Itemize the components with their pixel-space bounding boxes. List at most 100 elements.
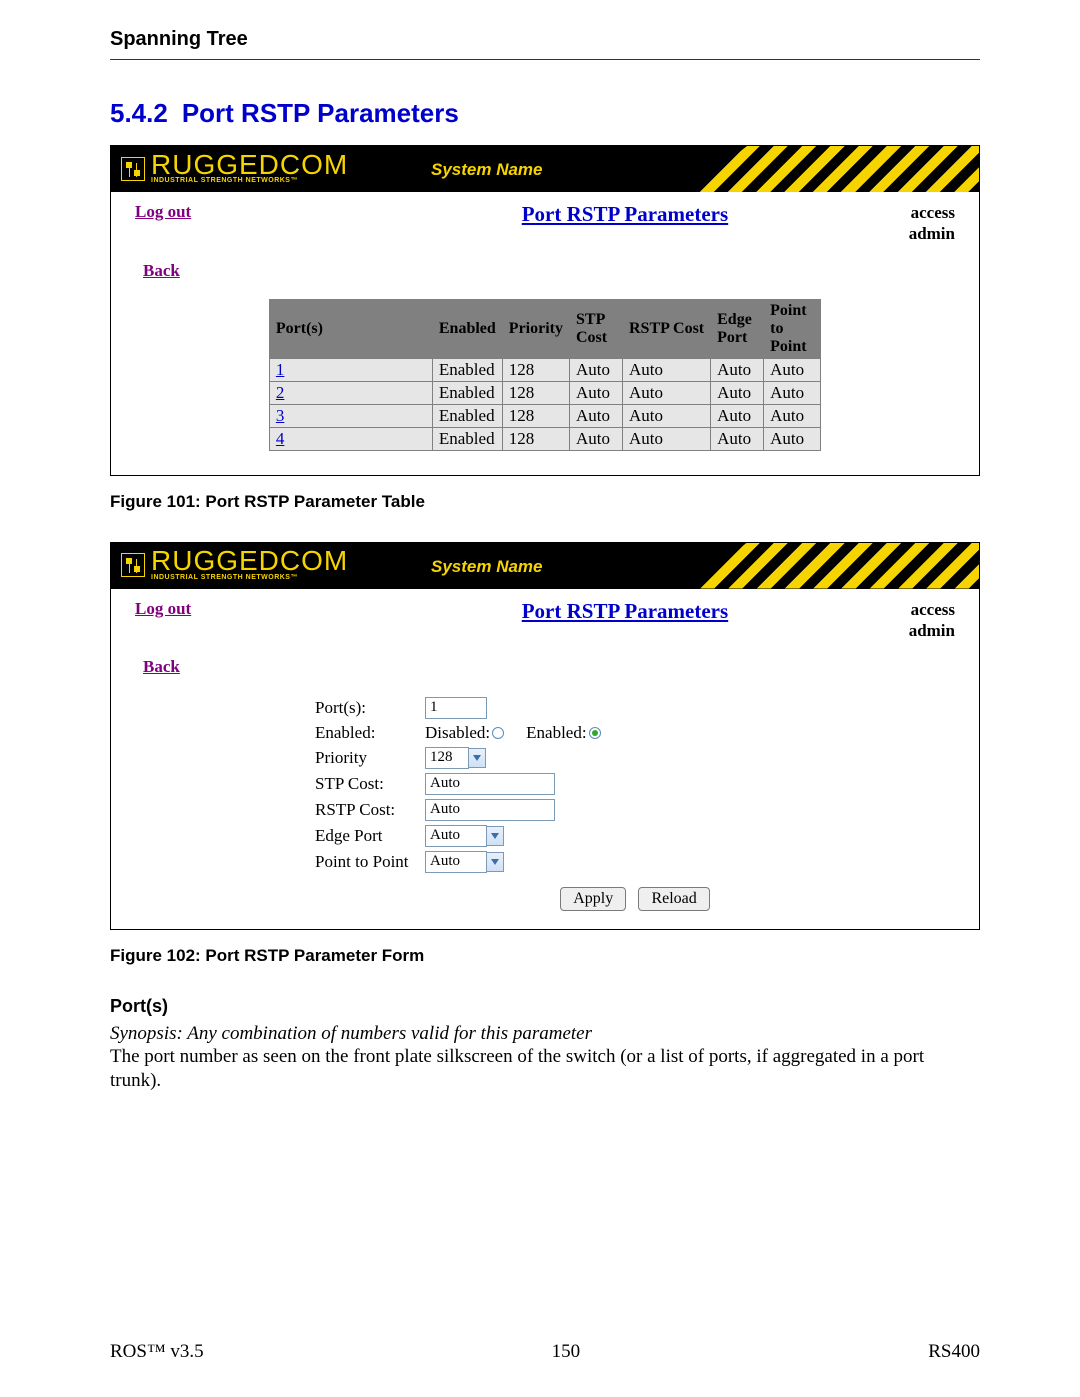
ports-input[interactable]: 1 bbox=[425, 697, 487, 719]
edge-port-select[interactable]: Auto bbox=[425, 825, 504, 847]
page-title: Port RSTP Parameters bbox=[522, 202, 728, 227]
cell: Enabled bbox=[432, 404, 502, 427]
app-header: RUGGEDCOM INDUSTRIAL STRENGTH NETWORKS™ … bbox=[111, 146, 979, 192]
figure-102-panel: RUGGEDCOM INDUSTRIAL STRENGTH NETWORKS™ … bbox=[110, 542, 980, 931]
cell: Auto bbox=[623, 404, 711, 427]
logout-link[interactable]: Log out bbox=[135, 599, 191, 619]
cell: Auto bbox=[623, 381, 711, 404]
col-ptp: Point to Point bbox=[764, 299, 821, 358]
cell: 128 bbox=[502, 381, 569, 404]
cell: Enabled bbox=[432, 358, 502, 381]
section-title: Port RSTP Parameters bbox=[182, 98, 459, 128]
col-stp-cost: STP Cost bbox=[570, 299, 623, 358]
figure-101-caption: Figure 101: Port RSTP Parameter Table bbox=[110, 492, 980, 512]
system-name-label: System Name bbox=[431, 160, 543, 180]
cell: Auto bbox=[711, 404, 764, 427]
ptp-label: Point to Point bbox=[315, 852, 425, 872]
figure-101-panel: RUGGEDCOM INDUSTRIAL STRENGTH NETWORKS™ … bbox=[110, 145, 980, 476]
cell: Auto bbox=[570, 427, 623, 450]
system-name-label: System Name bbox=[431, 557, 543, 577]
cell: 128 bbox=[502, 427, 569, 450]
reload-button[interactable]: Reload bbox=[638, 887, 709, 911]
rstp-cost-label: RSTP Cost: bbox=[315, 800, 425, 820]
port-link[interactable]: 4 bbox=[276, 429, 285, 448]
col-enabled: Enabled bbox=[432, 299, 502, 358]
edge-port-label: Edge Port bbox=[315, 826, 425, 846]
cell: Auto bbox=[764, 358, 821, 381]
cell: Enabled bbox=[432, 427, 502, 450]
cell: Auto bbox=[711, 358, 764, 381]
stp-cost-label: STP Cost: bbox=[315, 774, 425, 794]
section-heading: 5.4.2 Port RSTP Parameters bbox=[110, 98, 980, 129]
priority-value: 128 bbox=[425, 747, 469, 769]
logo-icon bbox=[121, 157, 145, 181]
footer-left: ROS™ v3.5 bbox=[110, 1341, 204, 1363]
port-rstp-form: Port(s): 1 Enabled: Disabled: Enabled: P… bbox=[315, 697, 955, 911]
port-rstp-table: Port(s) Enabled Priority STP Cost RSTP C… bbox=[269, 299, 821, 451]
footer-right: RS400 bbox=[928, 1341, 980, 1363]
priority-label: Priority bbox=[315, 748, 425, 768]
cell: 128 bbox=[502, 358, 569, 381]
enabled-label: Enabled: bbox=[315, 723, 425, 743]
chevron-down-icon bbox=[486, 852, 504, 872]
brand-name: RUGGEDCOM bbox=[151, 154, 348, 176]
brand-name: RUGGEDCOM bbox=[151, 550, 348, 572]
cell: 128 bbox=[502, 404, 569, 427]
col-edge-port: Edge Port bbox=[711, 299, 764, 358]
cell: Auto bbox=[711, 427, 764, 450]
logout-link[interactable]: Log out bbox=[135, 202, 191, 222]
rstp-cost-input[interactable]: Auto bbox=[425, 799, 555, 821]
port-link[interactable]: 2 bbox=[276, 383, 285, 402]
table-row: 2 Enabled 128 Auto Auto Auto Auto bbox=[269, 381, 820, 404]
priority-select[interactable]: 128 bbox=[425, 747, 486, 769]
enabled-radio[interactable] bbox=[589, 727, 601, 739]
cell: Auto bbox=[764, 404, 821, 427]
table-row: 1 Enabled 128 Auto Auto Auto Auto bbox=[269, 358, 820, 381]
cell: Auto bbox=[570, 404, 623, 427]
brand-logo: RUGGEDCOM INDUSTRIAL STRENGTH NETWORKS™ bbox=[121, 154, 348, 184]
param-heading-ports: Port(s) bbox=[110, 996, 980, 1017]
page-header: Spanning Tree bbox=[110, 28, 980, 60]
disabled-radio[interactable] bbox=[492, 727, 504, 739]
cell: Auto bbox=[623, 427, 711, 450]
figure-102-caption: Figure 102: Port RSTP Parameter Form bbox=[110, 946, 980, 966]
ports-label: Port(s): bbox=[315, 698, 425, 718]
cell: Auto bbox=[764, 427, 821, 450]
cell: Auto bbox=[570, 381, 623, 404]
edge-port-value: Auto bbox=[425, 825, 487, 847]
back-link[interactable]: Back bbox=[143, 261, 180, 281]
col-rstp-cost: RSTP Cost bbox=[623, 299, 711, 358]
app-header: RUGGEDCOM INDUSTRIAL STRENGTH NETWORKS™ … bbox=[111, 543, 979, 589]
apply-button[interactable]: Apply bbox=[560, 887, 626, 911]
page-footer: ROS™ v3.5 150 RS400 bbox=[0, 1341, 1080, 1363]
page-title: Port RSTP Parameters bbox=[522, 599, 728, 624]
cell: Auto bbox=[764, 381, 821, 404]
logo-icon bbox=[121, 553, 145, 577]
brand-logo: RUGGEDCOM INDUSTRIAL STRENGTH NETWORKS™ bbox=[121, 550, 348, 580]
cell: Auto bbox=[711, 381, 764, 404]
header-decoration bbox=[689, 543, 979, 589]
footer-page-number: 150 bbox=[552, 1341, 581, 1363]
cell: Auto bbox=[570, 358, 623, 381]
table-row: 4 Enabled 128 Auto Auto Auto Auto bbox=[269, 427, 820, 450]
ptp-select[interactable]: Auto bbox=[425, 851, 504, 873]
section-number: 5.4.2 bbox=[110, 98, 168, 128]
col-priority: Priority bbox=[502, 299, 569, 358]
param-synopsis: Synopsis: Any combination of numbers val… bbox=[110, 1023, 980, 1045]
port-link[interactable]: 1 bbox=[276, 360, 285, 379]
chevron-down-icon bbox=[486, 826, 504, 846]
table-row: 3 Enabled 128 Auto Auto Auto Auto bbox=[269, 404, 820, 427]
cell: Enabled bbox=[432, 381, 502, 404]
param-body: The port number as seen on the front pla… bbox=[110, 1045, 980, 1093]
stp-cost-input[interactable]: Auto bbox=[425, 773, 555, 795]
header-decoration bbox=[689, 146, 979, 192]
table-header-row: Port(s) Enabled Priority STP Cost RSTP C… bbox=[269, 299, 820, 358]
port-link[interactable]: 3 bbox=[276, 406, 285, 425]
access-label: access admin bbox=[909, 599, 955, 642]
access-label: access admin bbox=[909, 202, 955, 245]
back-link[interactable]: Back bbox=[143, 657, 180, 677]
ptp-value: Auto bbox=[425, 851, 487, 873]
cell: Auto bbox=[623, 358, 711, 381]
col-ports: Port(s) bbox=[269, 299, 432, 358]
chevron-down-icon bbox=[468, 748, 486, 768]
